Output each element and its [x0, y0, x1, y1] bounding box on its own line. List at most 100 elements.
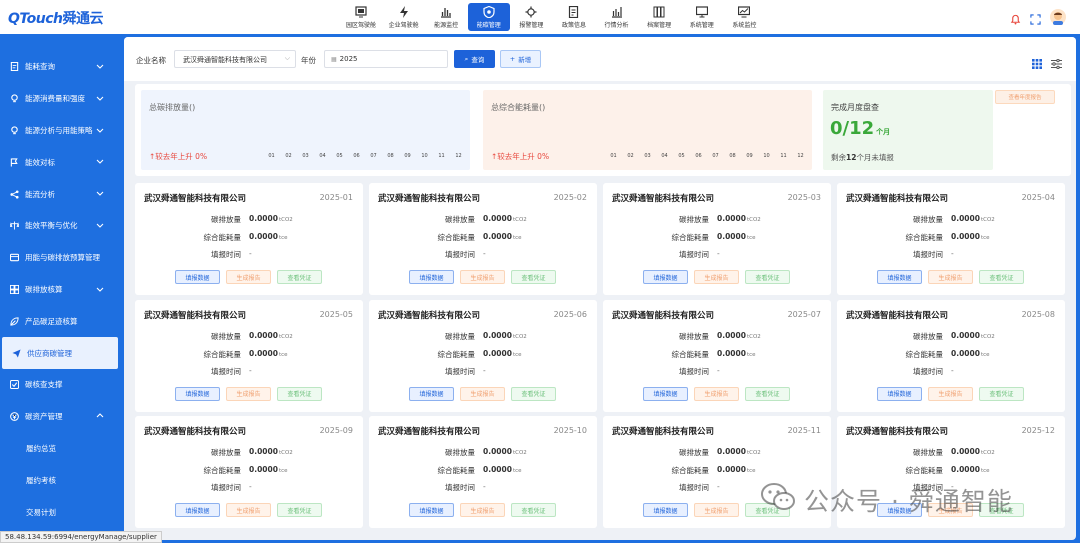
fill-data-button[interactable]: 填报数据	[409, 503, 454, 517]
card-emission-value: 0.0000	[717, 447, 746, 456]
annual-report-button[interactable]: 查看年度报告	[995, 90, 1055, 104]
sidebar-item-1[interactable]: 能耗查询	[0, 51, 120, 83]
bell-icon[interactable]	[1010, 10, 1021, 29]
view-voucher-button[interactable]: 查看凭证	[511, 503, 556, 517]
card-energy-row: 综合能耗量 0.0000tce	[603, 349, 831, 361]
card-energy-unit: tce	[746, 235, 756, 241]
card-emission-row: 碳排放量 0.0000tCO2	[135, 331, 363, 343]
fill-data-button[interactable]: 填报数据	[643, 503, 688, 517]
nav-item-1[interactable]: 园区驾驶舱	[340, 3, 382, 31]
nav-item-10[interactable]: 系统监控	[723, 3, 765, 31]
card-energy-unit: tce	[278, 468, 288, 474]
nav-item-5[interactable]: 报警管理	[510, 3, 552, 31]
sidebar-item-5[interactable]: 能流分析	[0, 178, 120, 210]
nav-item-6[interactable]: 政策信息	[553, 3, 595, 31]
view-voucher-button[interactable]: 查看凭证	[277, 503, 322, 517]
generate-report-button[interactable]: 生成报告	[928, 270, 973, 284]
chevron-down-icon	[96, 189, 104, 197]
sidebar-item-2[interactable]: 能源消费量和强度	[0, 83, 120, 115]
generate-report-button[interactable]: 生成报告	[460, 386, 505, 401]
sidebar-item-8[interactable]: 碳排放核算	[0, 274, 120, 306]
avatar[interactable]	[1050, 9, 1066, 29]
sidebar-item-3[interactable]: 能源分析与用能策略	[0, 115, 120, 147]
sidebar-item-6[interactable]: 能效平衡与优化	[0, 210, 120, 242]
add-button[interactable]: + 新增	[500, 50, 541, 68]
nav-item-label: 报警管理	[519, 22, 544, 29]
month-tick: 02	[285, 153, 292, 159]
card-emission-value: 0.0000	[249, 330, 278, 340]
nav-item-8[interactable]: 档案管理	[638, 3, 680, 31]
card-emission-row: 碳排放量 0.0000tCO2	[369, 447, 597, 459]
generate-report-button[interactable]: 生成报告	[460, 270, 505, 284]
sidebar-item-4[interactable]: 能效对标	[0, 146, 120, 178]
view-voucher-button[interactable]: 查看凭证	[511, 386, 556, 401]
nav-item-2[interactable]: 企业驾驶舱	[383, 3, 425, 31]
fill-data-button[interactable]: 填报数据	[175, 503, 220, 517]
file-icon	[10, 62, 19, 72]
card-emission-unit: tCO2	[980, 333, 995, 340]
card-energy-unit: tce	[278, 235, 288, 241]
view-voucher-button[interactable]: 查看凭证	[745, 270, 790, 284]
generate-report-button[interactable]: 生成报告	[694, 503, 739, 517]
sidebar-item-10[interactable]: 供应商碳管理	[2, 337, 118, 369]
list-settings-icon[interactable]	[1051, 54, 1062, 73]
grid-view-icon[interactable]	[1032, 54, 1042, 73]
generate-report-button[interactable]: 生成报告	[226, 386, 271, 401]
query-button[interactable]: ⌕ 查询	[454, 50, 495, 68]
sidebar-item-13[interactable]: 履约总览	[0, 433, 120, 465]
view-voucher-button[interactable]: 查看凭证	[277, 386, 322, 401]
view-voucher-button[interactable]: 查看凭证	[979, 270, 1024, 284]
energy-rise: ↑较去年上升 0%	[491, 152, 550, 161]
card-emission-row: 碳排放量 0.0000tCO2	[837, 447, 1065, 459]
card-energy-value: 0.0000	[951, 465, 980, 474]
sidebar-item-12[interactable]: 碳资产管理	[0, 401, 120, 433]
view-voucher-button[interactable]: 查看凭证	[511, 270, 556, 284]
card-emission-row: 碳排放量 0.0000tCO2	[369, 331, 597, 343]
sidebar-item-14[interactable]: 履约考核	[0, 464, 120, 496]
card-time-label: 填报时间	[913, 250, 943, 259]
sidebar-item-15[interactable]: 交易计划	[0, 496, 120, 528]
card-company: 武汉舜通智能科技有限公司	[144, 310, 247, 321]
sidebar-item-label: 用能与碳排放预算管理	[25, 253, 100, 263]
generate-report-button[interactable]: 生成报告	[226, 503, 271, 517]
fill-data-button[interactable]: 填报数据	[175, 270, 220, 284]
fill-data-button[interactable]: 填报数据	[409, 270, 454, 284]
sidebar-item-11[interactable]: 碳核查支撑	[0, 369, 120, 401]
sidebar-item-label: 碳资产管理	[25, 412, 63, 422]
fullscreen-icon[interactable]	[1030, 10, 1041, 29]
card-emission-label: 碳排放量	[679, 331, 709, 341]
fill-data-button[interactable]: 填报数据	[643, 270, 688, 284]
generate-report-button[interactable]: 生成报告	[928, 386, 973, 401]
app-logo[interactable]: QTouch舜通云	[8, 8, 103, 28]
generate-report-button[interactable]: 生成报告	[694, 270, 739, 284]
year-picker[interactable]: ▦ 2025	[324, 50, 448, 68]
view-voucher-button[interactable]: 查看凭证	[745, 386, 790, 401]
fill-data-button[interactable]: 填报数据	[175, 386, 220, 401]
sidebar-item-9[interactable]: 产品碳足迹核算	[0, 305, 120, 337]
generate-report-button[interactable]: 生成报告	[226, 270, 271, 284]
check-icon	[10, 380, 19, 390]
nav-item-4[interactable]: 能碳管理	[467, 3, 510, 31]
sidebar-item-label: 能源分析与用能策略	[25, 125, 93, 135]
fill-data-button[interactable]: 填报数据	[877, 386, 922, 401]
sidebar-item-label: 供应商碳管理	[27, 348, 72, 358]
card-emission-value: 0.0000	[483, 214, 512, 223]
view-voucher-button[interactable]: 查看凭证	[979, 386, 1024, 401]
nav-item-9[interactable]: 系统管理	[681, 3, 723, 31]
nav-item-3[interactable]: 能源监控	[425, 3, 467, 31]
view-voucher-button[interactable]: 查看凭证	[277, 270, 322, 284]
fill-data-button[interactable]: 填报数据	[643, 386, 688, 401]
sidebar-item-label: 能效对标	[25, 157, 55, 167]
sidebar-item-7[interactable]: 用能与碳排放预算管理	[0, 242, 120, 274]
nav-item-7[interactable]: 行情分析	[596, 3, 638, 31]
card-company: 武汉舜通智能科技有限公司	[846, 310, 949, 321]
generate-report-button[interactable]: 生成报告	[460, 503, 505, 517]
card-emission-unit: tCO2	[278, 450, 293, 456]
fill-data-button[interactable]: 填报数据	[877, 270, 922, 284]
generate-report-button[interactable]: 生成报告	[694, 386, 739, 401]
sidebar-item-label: 能流分析	[25, 189, 55, 199]
fill-data-button[interactable]: 填报数据	[409, 386, 454, 401]
card-emission-value: 0.0000	[717, 214, 746, 223]
card-date: 2025-02	[553, 193, 587, 202]
company-select[interactable]: 武汉舜通智能科技有限公司 ⌵	[174, 50, 296, 68]
